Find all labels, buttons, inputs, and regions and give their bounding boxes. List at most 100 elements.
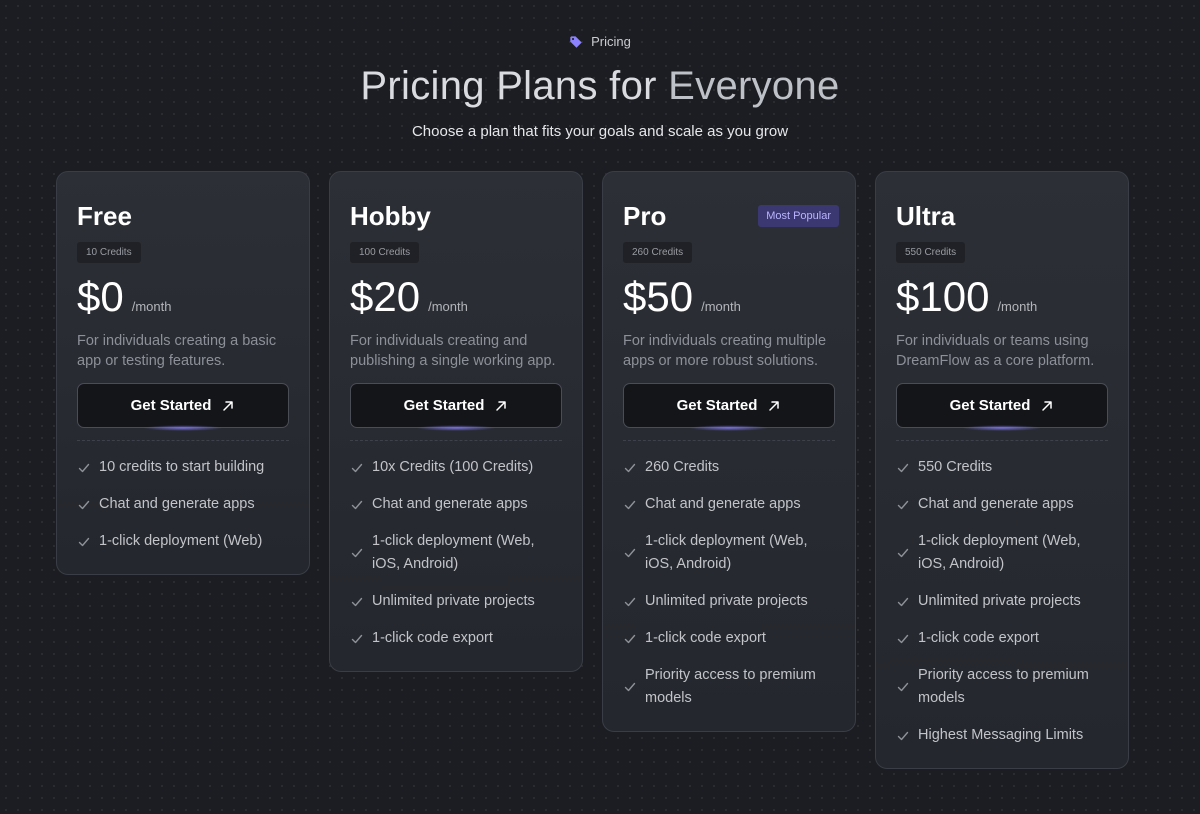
get-started-label: Get Started bbox=[676, 397, 758, 414]
feature-item: Unlimited private projects bbox=[623, 583, 835, 620]
arrow-up-right-icon bbox=[769, 400, 780, 411]
check-icon bbox=[897, 500, 909, 509]
feature-item: Chat and generate apps bbox=[350, 486, 562, 523]
check-icon bbox=[78, 500, 90, 509]
get-started-button[interactable]: Get Started bbox=[77, 383, 289, 428]
feature-item: 260 Credits bbox=[623, 449, 835, 486]
feature-text: Chat and generate apps bbox=[99, 496, 255, 512]
check-icon bbox=[351, 548, 363, 558]
price-row: $50/month bbox=[623, 273, 835, 321]
pricing-card-free: Free 10 Credits $0/month For individuals cr… bbox=[56, 171, 310, 575]
check-icon bbox=[351, 634, 363, 643]
plan-description: For individuals creating a basic app or … bbox=[77, 333, 277, 369]
card-header: Hobby bbox=[350, 172, 562, 231]
feature-item: 1-click deployment (Web, iOS, Android) bbox=[623, 523, 835, 583]
plan-price: $20 bbox=[350, 273, 421, 320]
feature-item: Unlimited private projects bbox=[350, 583, 562, 620]
card-header: Ultra bbox=[896, 172, 1108, 231]
page-title-accent: Everyone bbox=[668, 64, 840, 108]
arrow-up-right-icon bbox=[223, 400, 234, 411]
arrow-up-right-icon bbox=[1042, 400, 1053, 411]
page-subtitle: Choose a plan that fits your goals and s… bbox=[411, 123, 789, 140]
feature-item: 1-click code export bbox=[896, 620, 1108, 657]
check-icon bbox=[897, 634, 909, 643]
feature-text: Unlimited private projects bbox=[372, 593, 535, 609]
get-started-button[interactable]: Get Started bbox=[896, 383, 1108, 428]
feature-text: 1-click deployment (Web, iOS, Android) bbox=[918, 533, 1081, 572]
feature-text: Priority access to premium models bbox=[645, 667, 816, 706]
feature-text: 550 Credits bbox=[918, 459, 993, 475]
price-row: $100/month bbox=[896, 273, 1108, 321]
arrow-up-right-icon bbox=[496, 400, 507, 411]
check-icon bbox=[897, 597, 909, 606]
feature-text: Priority access to premium models bbox=[918, 667, 1089, 706]
pricing-card-hobby: Hobby 100 Credits $20/month For individuals… bbox=[329, 171, 583, 672]
check-icon bbox=[624, 463, 636, 472]
feature-text: 10 credits to start building bbox=[99, 459, 265, 475]
feature-item: Unlimited private projects bbox=[896, 583, 1108, 620]
plan-name: Hobby bbox=[350, 201, 431, 231]
price-period: /month bbox=[131, 299, 172, 314]
pricing-card-pro: Pro Most Popular 260 Credits $50/month For i… bbox=[602, 171, 856, 732]
price-period: /month bbox=[428, 299, 468, 314]
feature-text: Unlimited private projects bbox=[918, 593, 1081, 609]
feature-text: 1-click code export bbox=[918, 630, 1039, 646]
check-icon bbox=[78, 537, 90, 546]
get-started-button[interactable]: Get Started bbox=[623, 383, 835, 428]
feature-item: 1-click deployment (Web, iOS, Android) bbox=[896, 523, 1108, 583]
plan-price: $100 bbox=[896, 273, 990, 320]
page-title: Pricing Plans for Everyone bbox=[0, 64, 1200, 109]
card-divider bbox=[77, 440, 289, 441]
check-icon bbox=[351, 463, 363, 472]
card-header: Free bbox=[77, 172, 289, 231]
price-period: /month bbox=[701, 299, 741, 314]
feature-text: 1-click deployment (Web, iOS, Android) bbox=[372, 533, 535, 572]
get-started-label: Get Started bbox=[130, 397, 212, 414]
price-period: /month bbox=[997, 299, 1038, 314]
eyebrow-label: Pricing bbox=[591, 34, 631, 49]
feature-item: 10 credits to start building bbox=[77, 449, 289, 486]
plan-description: For individuals creating multiple apps o… bbox=[623, 333, 827, 369]
card-divider bbox=[623, 440, 835, 441]
feature-item: Chat and generate apps bbox=[896, 486, 1108, 523]
feature-text: 10x Credits (100 Credits) bbox=[372, 459, 534, 475]
feature-item: 1-click deployment (Web) bbox=[77, 523, 289, 560]
plan-name: Pro bbox=[623, 201, 667, 231]
check-icon bbox=[624, 634, 636, 643]
check-icon bbox=[897, 463, 909, 472]
credits-badge: 550 Credits bbox=[896, 242, 966, 263]
check-icon bbox=[624, 597, 636, 606]
feature-text: Unlimited private projects bbox=[645, 593, 808, 609]
card-header: Pro Most Popular bbox=[623, 172, 839, 231]
plan-name: Free bbox=[77, 201, 132, 231]
check-icon bbox=[624, 500, 636, 509]
feature-item: 1-click deployment (Web, iOS, Android) bbox=[350, 523, 562, 583]
check-icon bbox=[351, 597, 363, 606]
check-icon bbox=[624, 682, 636, 692]
price-row: $20/month bbox=[350, 273, 562, 321]
page-title-main: Pricing Plans for bbox=[360, 64, 669, 108]
feature-list: 260 Credits Chat and generate apps 1-click… bbox=[623, 449, 835, 731]
feature-text: 1-click code export bbox=[645, 630, 766, 646]
check-icon bbox=[351, 500, 363, 509]
feature-text: 1-click code export bbox=[372, 630, 493, 646]
get-started-label: Get Started bbox=[403, 397, 485, 414]
plan-description: For individuals or teams using DreamFlow… bbox=[896, 333, 1095, 369]
pricing-card-ultra: Ultra 550 Credits $100/month For individual… bbox=[875, 171, 1129, 769]
feature-item: Chat and generate apps bbox=[623, 486, 835, 523]
feature-item: Highest Messaging Limits bbox=[896, 717, 1108, 754]
plan-description: For individuals creating and publishing … bbox=[350, 333, 556, 369]
credits-badge: 260 Credits bbox=[623, 242, 693, 263]
get-started-label: Get Started bbox=[949, 397, 1031, 414]
check-icon bbox=[897, 548, 909, 558]
get-started-button[interactable]: Get Started bbox=[350, 383, 562, 428]
check-icon bbox=[897, 731, 909, 740]
feature-text: 1-click deployment (Web) bbox=[99, 533, 263, 549]
feature-text: Chat and generate apps bbox=[372, 496, 528, 512]
card-divider bbox=[896, 440, 1108, 441]
feature-text: Highest Messaging Limits bbox=[918, 727, 1084, 743]
feature-text: Chat and generate apps bbox=[645, 496, 801, 512]
credits-badge: 10 Credits bbox=[77, 242, 141, 263]
section-eyebrow: Pricing bbox=[0, 34, 1200, 49]
feature-text: 1-click deployment (Web, iOS, Android) bbox=[645, 533, 808, 572]
